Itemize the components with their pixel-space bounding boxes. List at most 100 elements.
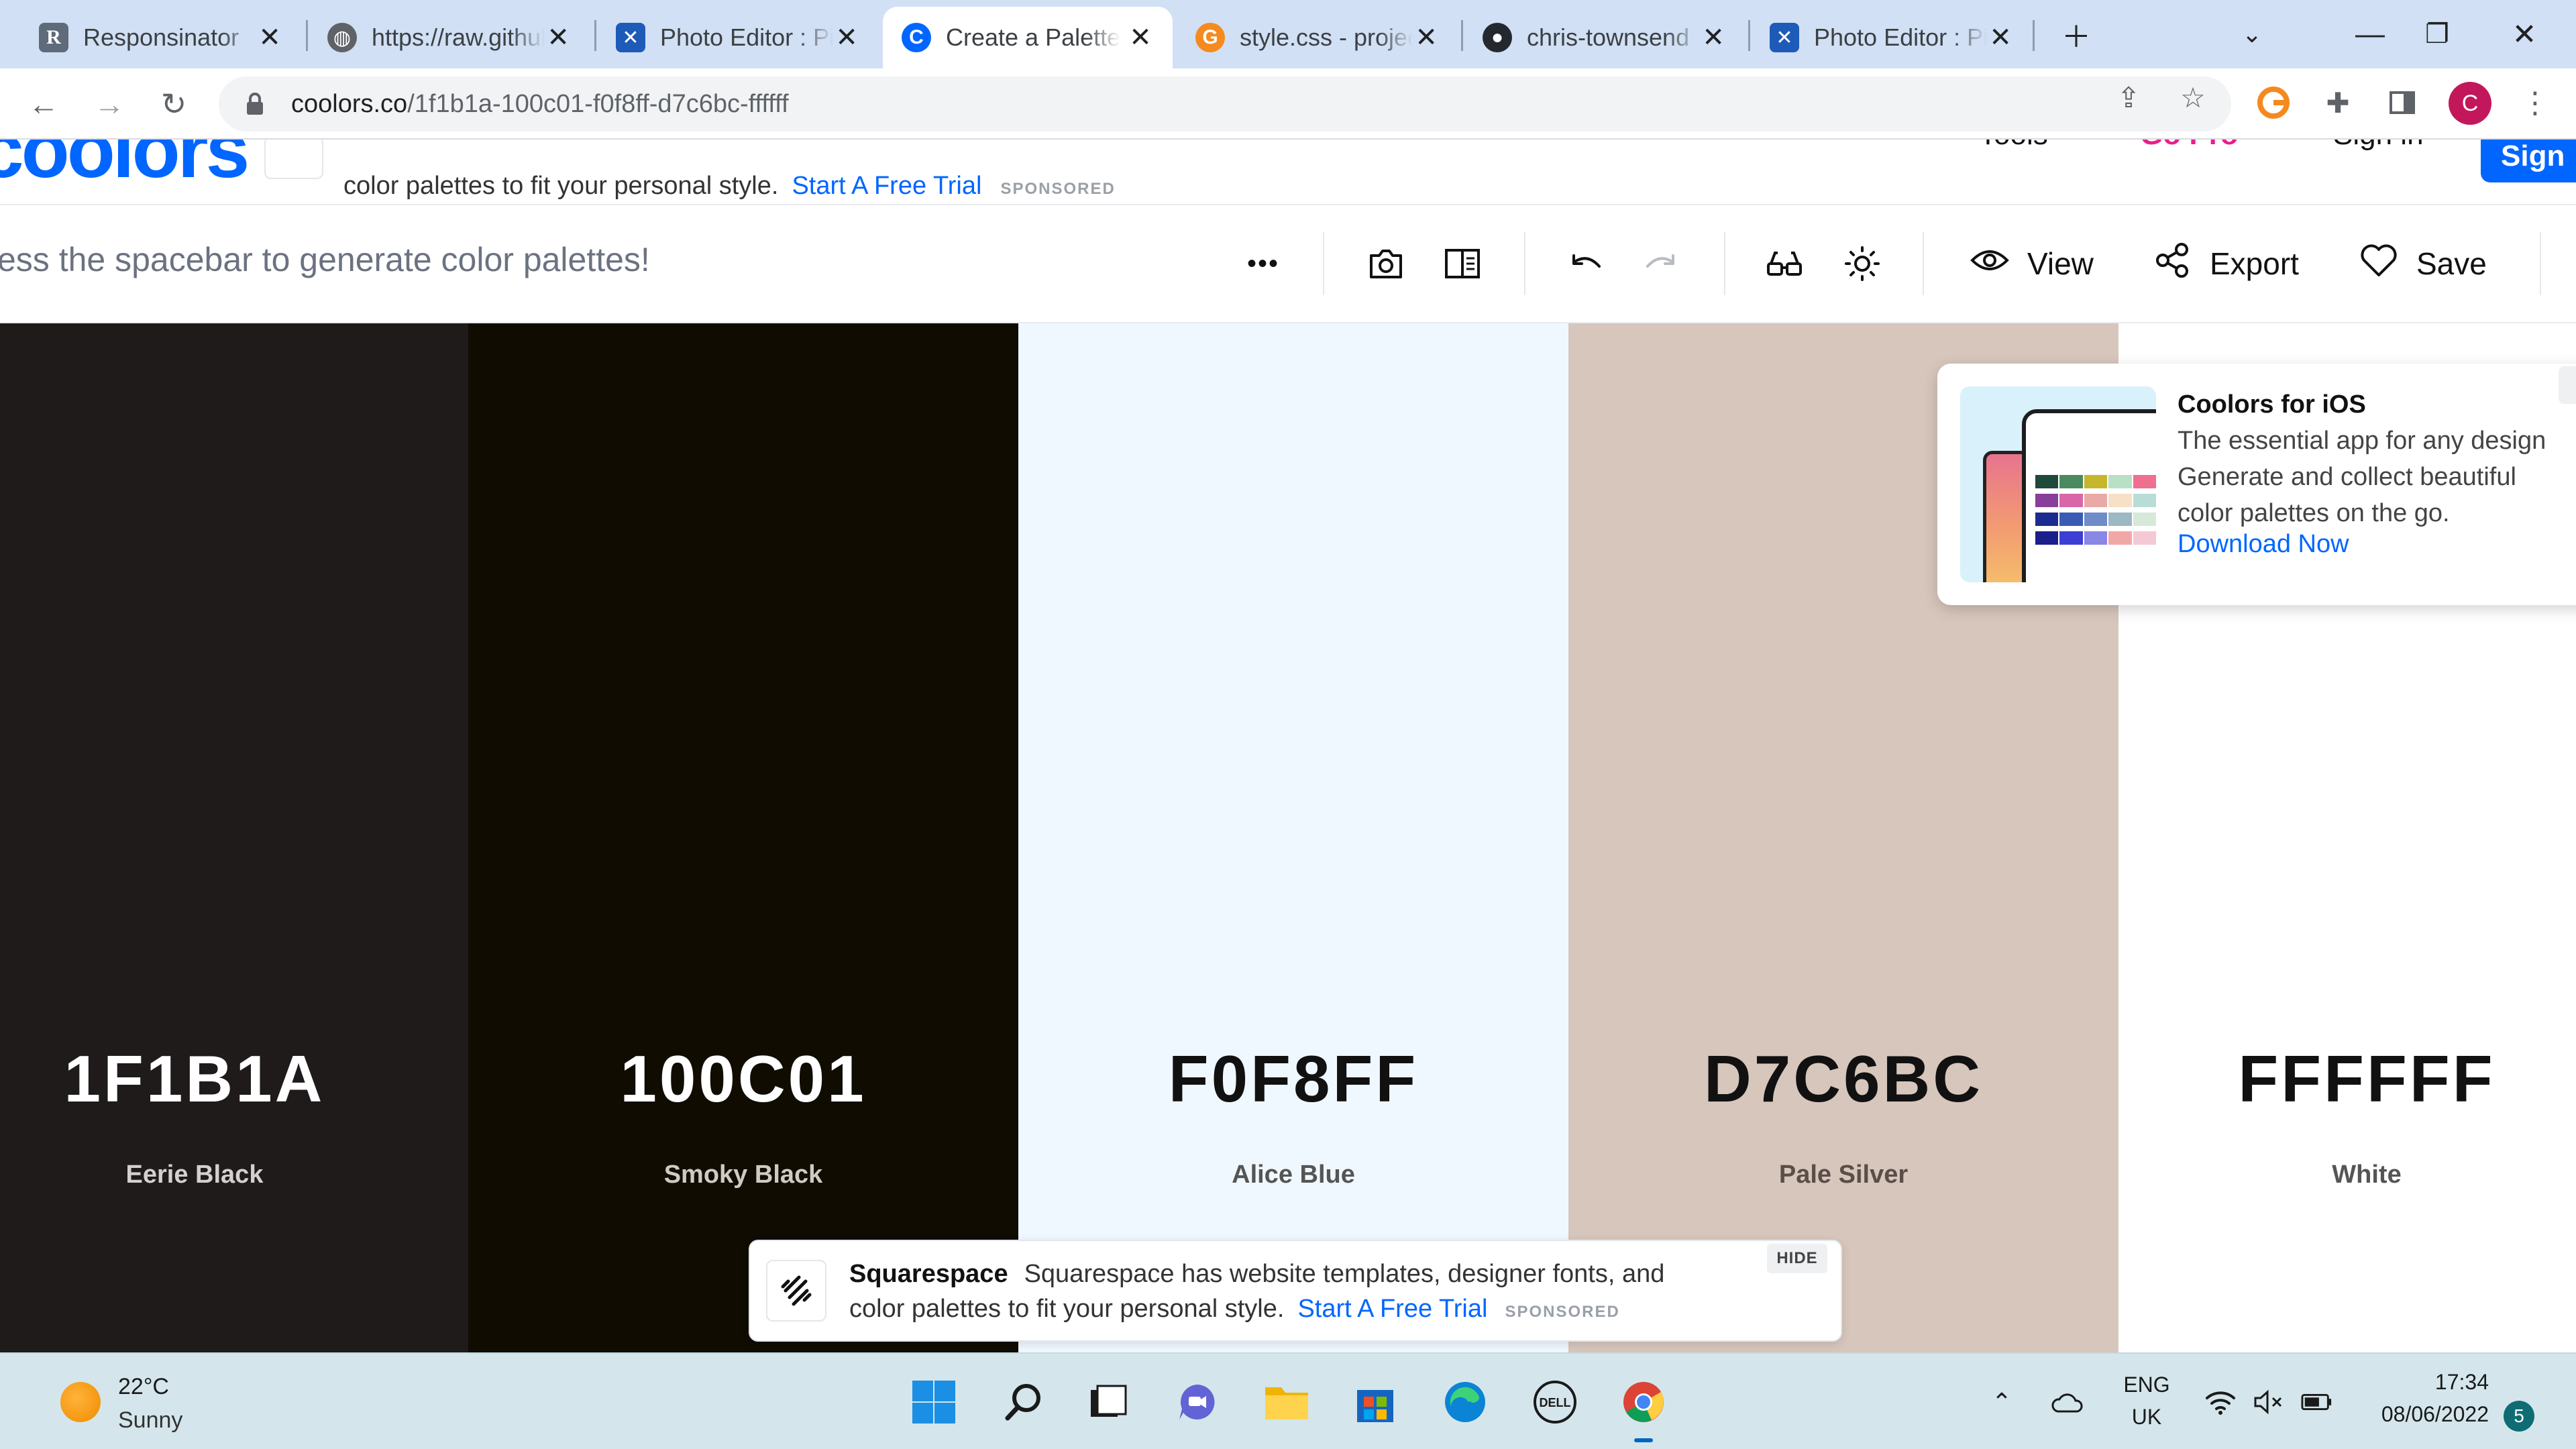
tab-create-palette[interactable]: C Create a Palette ✕ (883, 7, 1173, 68)
file-explorer-icon[interactable] (1261, 1377, 1312, 1428)
forward-arrow-icon[interactable]: → (87, 82, 131, 126)
tools-menu[interactable]: Tools (1979, 140, 2048, 152)
color-swatch-3[interactable]: F0F8FF Alice Blue (1018, 323, 1568, 1352)
hide-ad-button[interactable]: HIDE (1767, 1244, 1827, 1273)
close-tab-icon[interactable]: ✕ (256, 22, 283, 53)
teams-chat-icon[interactable] (1171, 1377, 1222, 1428)
grammarly-extension-icon[interactable] (2255, 85, 2292, 121)
language-code[interactable]: ENG (2113, 1373, 2180, 1397)
close-tab-icon[interactable]: ✕ (1700, 22, 1727, 53)
sign-in-link[interactable]: Sign in (2333, 140, 2424, 152)
sun-weather-icon[interactable] (60, 1382, 101, 1422)
hex-code[interactable]: FFFFFF (2092, 1041, 2576, 1117)
promo-line: Generate and collect beautiful (2178, 463, 2516, 491)
image-compare-icon[interactable] (1438, 233, 1487, 294)
ios-app-promo[interactable]: Coolors for iOS The essential app for an… (1937, 364, 2576, 605)
clock-time[interactable]: 17:34 (2355, 1370, 2489, 1395)
minimize-icon[interactable]: — (2348, 12, 2392, 56)
glasses-icon[interactable] (1760, 233, 1809, 294)
ad-copy: Squarespace has website templates, desig… (1024, 1260, 1665, 1288)
undo-icon[interactable] (1560, 233, 1609, 294)
extensions-puzzle-icon[interactable]: ✚ (2320, 85, 2356, 121)
tab-pixlr-1[interactable]: ✕ Photo Editor : Pixlr ✕ (597, 7, 879, 68)
camera-icon[interactable] (1362, 233, 1410, 294)
tab-pixlr-2[interactable]: ✕ Photo Editor : Pixlr ✕ (1751, 7, 2033, 68)
task-view-icon[interactable] (1083, 1377, 1134, 1428)
tab-responsinator[interactable]: R Responsinator ✕ (20, 7, 302, 68)
download-now-link[interactable]: Download Now (2178, 530, 2349, 559)
eye-icon (1970, 240, 2010, 288)
browser-menu-kebab-icon[interactable]: ⋮ (2517, 85, 2553, 121)
tab-search-chevron-icon[interactable]: ⌄ (2230, 12, 2274, 56)
speaker-muted-icon[interactable] (2253, 1386, 2285, 1418)
coolors-logo[interactable]: coolors (0, 140, 250, 196)
start-windows-icon[interactable] (908, 1377, 959, 1428)
header-ad-link[interactable]: Start A Free Trial (792, 172, 981, 200)
close-window-icon[interactable]: ✕ (2502, 12, 2546, 56)
color-swatch-2[interactable]: 100C01 Smoky Black (468, 323, 1018, 1352)
hex-code[interactable]: F0F8FF (1018, 1041, 1568, 1117)
sponsored-label: SPONSORED (1505, 1303, 1620, 1321)
promo-close-button[interactable] (2559, 366, 2576, 404)
more-options-button[interactable]: ••• (1238, 233, 1288, 294)
chevron-up-icon[interactable]: ⌃ (1986, 1386, 2018, 1418)
hex-code[interactable]: 1F1B1A (0, 1041, 389, 1117)
chrome-browser-icon[interactable] (1618, 1377, 1669, 1442)
edge-browser-icon[interactable] (1440, 1377, 1491, 1428)
wifi-icon[interactable] (2204, 1386, 2237, 1418)
tab-divider (1461, 20, 1463, 51)
ad-line-1: Squarespace Squarespace has website templ… (849, 1260, 1664, 1289)
reload-icon[interactable]: ↻ (152, 82, 196, 126)
redo-icon[interactable] (1638, 233, 1686, 294)
share-icon[interactable]: ⇪ (2113, 82, 2144, 113)
restore-window-icon[interactable]: ❐ (2415, 12, 2459, 56)
new-tab-plus-icon[interactable]: ＋ (2054, 12, 2098, 56)
sign-up-button[interactable]: Sign up (2481, 140, 2576, 204)
tab-github[interactable]: ● chris-townsend ✕ (1464, 7, 1746, 68)
address-bar[interactable]: coolors.co/1f1b1a-100c01-f0f8ff-d7c6bc-f… (219, 76, 2231, 131)
view-button[interactable]: View (1970, 233, 2094, 294)
heart-icon (2359, 240, 2399, 288)
url-domain: coolors.co (291, 89, 408, 118)
save-button[interactable]: Save (2359, 233, 2487, 294)
clock-date[interactable]: 08/06/2022 (2355, 1402, 2489, 1427)
free-trial-link[interactable]: Start A Free Trial (1297, 1295, 1487, 1323)
view-label: View (2027, 246, 2094, 281)
color-swatch-1[interactable]: 1F1B1A Eerie Black (0, 323, 468, 1352)
notification-badge[interactable]: 5 (2504, 1401, 2534, 1432)
ad-copy: color palettes to fit your personal styl… (849, 1295, 1285, 1323)
hex-code[interactable]: 100C01 (468, 1041, 1018, 1117)
close-tab-icon[interactable]: ✕ (545, 22, 572, 53)
export-button[interactable]: Export (2152, 233, 2299, 294)
tab-raw-github[interactable]: ◍ https://raw.githubusercontent ✕ (309, 7, 590, 68)
tab-style-css[interactable]: G style.css - project ✕ (1177, 7, 1458, 68)
back-arrow-icon[interactable]: ← (21, 82, 66, 126)
microsoft-store-icon[interactable] (1350, 1377, 1401, 1428)
squarespace-ad[interactable]: Squarespace Squarespace has website templ… (749, 1240, 1842, 1342)
close-tab-icon[interactable]: ✕ (833, 22, 860, 53)
battery-icon[interactable] (2301, 1386, 2333, 1418)
bookmark-star-icon[interactable]: ☆ (2178, 82, 2208, 113)
header-ad[interactable]: color palettes to fit your personal styl… (264, 140, 1116, 204)
onedrive-cloud-icon[interactable] (2051, 1386, 2084, 1418)
go-pro-link[interactable]: Go Pro (2140, 140, 2239, 152)
profile-avatar[interactable]: C (2449, 82, 2491, 125)
toolbar-divider (1923, 232, 1924, 295)
close-tab-icon[interactable]: ✕ (1987, 22, 2014, 53)
r-favicon-icon: R (39, 23, 68, 52)
spacebar-hint: ess the spacebar to generate color palet… (0, 241, 650, 278)
keyboard-region[interactable]: UK (2113, 1405, 2180, 1430)
close-tab-icon[interactable]: ✕ (1413, 22, 1440, 53)
search-icon[interactable] (998, 1377, 1049, 1428)
side-panel-icon[interactable] (2384, 85, 2420, 121)
browser-tab-strip: R Responsinator ✕ ◍ https://raw.githubus… (0, 0, 2576, 68)
weather-temperature[interactable]: 22°C (118, 1374, 169, 1400)
brightness-sun-icon[interactable] (1838, 233, 1886, 294)
tab-title: Photo Editor : Pixlr (660, 23, 834, 51)
weather-condition[interactable]: Sunny (118, 1407, 182, 1434)
close-tab-icon[interactable]: ✕ (1127, 22, 1154, 53)
hex-code[interactable]: D7C6BC (1568, 1041, 2118, 1117)
pixlr-icon: ✕ (616, 23, 645, 52)
dell-icon[interactable]: DELL (1529, 1377, 1580, 1428)
codepen-icon: G (1195, 23, 1225, 52)
